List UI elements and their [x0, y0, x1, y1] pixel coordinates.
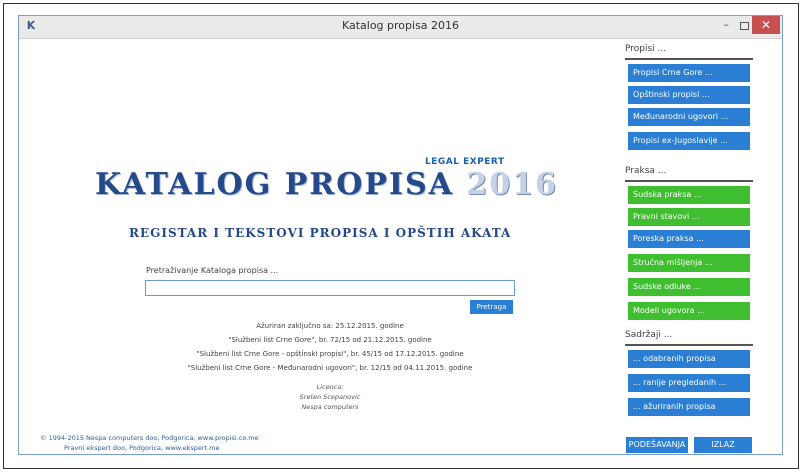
divider: [625, 180, 753, 182]
logo-main-text: KATALOG PROPISA: [95, 167, 454, 202]
group-title-propisi: Propisi ...: [625, 44, 667, 54]
maximize-button[interactable]: [737, 19, 751, 33]
close-button[interactable]: ✕: [752, 16, 780, 34]
sudska-praksa-button[interactable]: Sudska praksa ...: [628, 186, 750, 204]
propisi-ex-jugoslavije-button[interactable]: Propisi ex-Jugoslavije ...: [628, 132, 750, 150]
divider: [625, 58, 753, 60]
logo-subtitle: REGISTAR I TEKSTOVI PROPISA I OPŠTIH AKA…: [129, 226, 512, 240]
divider: [625, 344, 753, 346]
odabranih-propisa-button[interactable]: ... odabranih propisa: [628, 350, 750, 368]
licence-label: Licenca:: [316, 383, 344, 391]
exit-button[interactable]: IZLAZ: [694, 437, 752, 453]
title-bar: K Katalog propisa 2016 – ✕: [19, 16, 782, 39]
group-title-sadrzaji: Sadržaji ...: [625, 330, 673, 340]
sudske-odluke-button[interactable]: Sudske odluke ...: [628, 278, 750, 296]
pravni-stavovi-button[interactable]: Pravni stavovi ...: [628, 208, 750, 226]
search-button[interactable]: Pretraga: [470, 300, 513, 314]
opstinski-propisi-button[interactable]: Opštinski propisi ...: [628, 86, 750, 104]
minimize-button[interactable]: –: [718, 19, 734, 33]
medjunarodni-ugovori-button[interactable]: Međunarodni ugovori ...: [628, 108, 750, 126]
update-info: Ažuriran zaključno sa: 25.12.2015. godin…: [256, 322, 404, 330]
logo-year: 2016: [466, 167, 558, 202]
window-title: Katalog propisa 2016: [341, 19, 460, 32]
licence-holder: Sreten Scepanovic: [299, 393, 361, 401]
gazette-info: "Službeni list Crne Gore", br. 72/15 od …: [228, 336, 432, 344]
settings-button[interactable]: PODEŠAVANJA: [626, 437, 688, 453]
propisi-crne-gore-button[interactable]: Propisi Crne Gore ...: [628, 64, 750, 82]
modeli-ugovora-button[interactable]: Modeli ugovora ...: [628, 302, 750, 320]
poreska-praksa-button[interactable]: Poreska praksa ...: [628, 230, 750, 248]
search-label: Pretraživanje Kataloga propisa ...: [146, 266, 279, 275]
group-title-praksa: Praksa ...: [625, 166, 667, 176]
logo-title: KATALOG PROPISA 2016: [95, 167, 558, 202]
municipal-gazette-info: "Službeni list Crne Gore - opštinski pro…: [196, 350, 464, 358]
legal-expert-label: LEGAL EXPERT: [425, 157, 505, 167]
licence-company: Nespa computers: [301, 403, 359, 411]
footer-copyright: © 1994-2015 Nespa computers doo, Podgori…: [40, 434, 259, 442]
ranije-pregledanih-button[interactable]: ... ranije pregledanih ...: [628, 374, 750, 392]
international-gazette-info: "Službeni list Crne Gore - Međunarodni u…: [187, 364, 473, 372]
azuriranih-propisa-button[interactable]: ... ažuriranih propisa: [628, 398, 750, 416]
search-input[interactable]: [145, 280, 515, 296]
footer-expert: Pravni ekspert doo, Podgorica, www.ekspe…: [64, 444, 220, 452]
strucna-misljenja-button[interactable]: Stručna mišljenja ...: [628, 254, 750, 272]
